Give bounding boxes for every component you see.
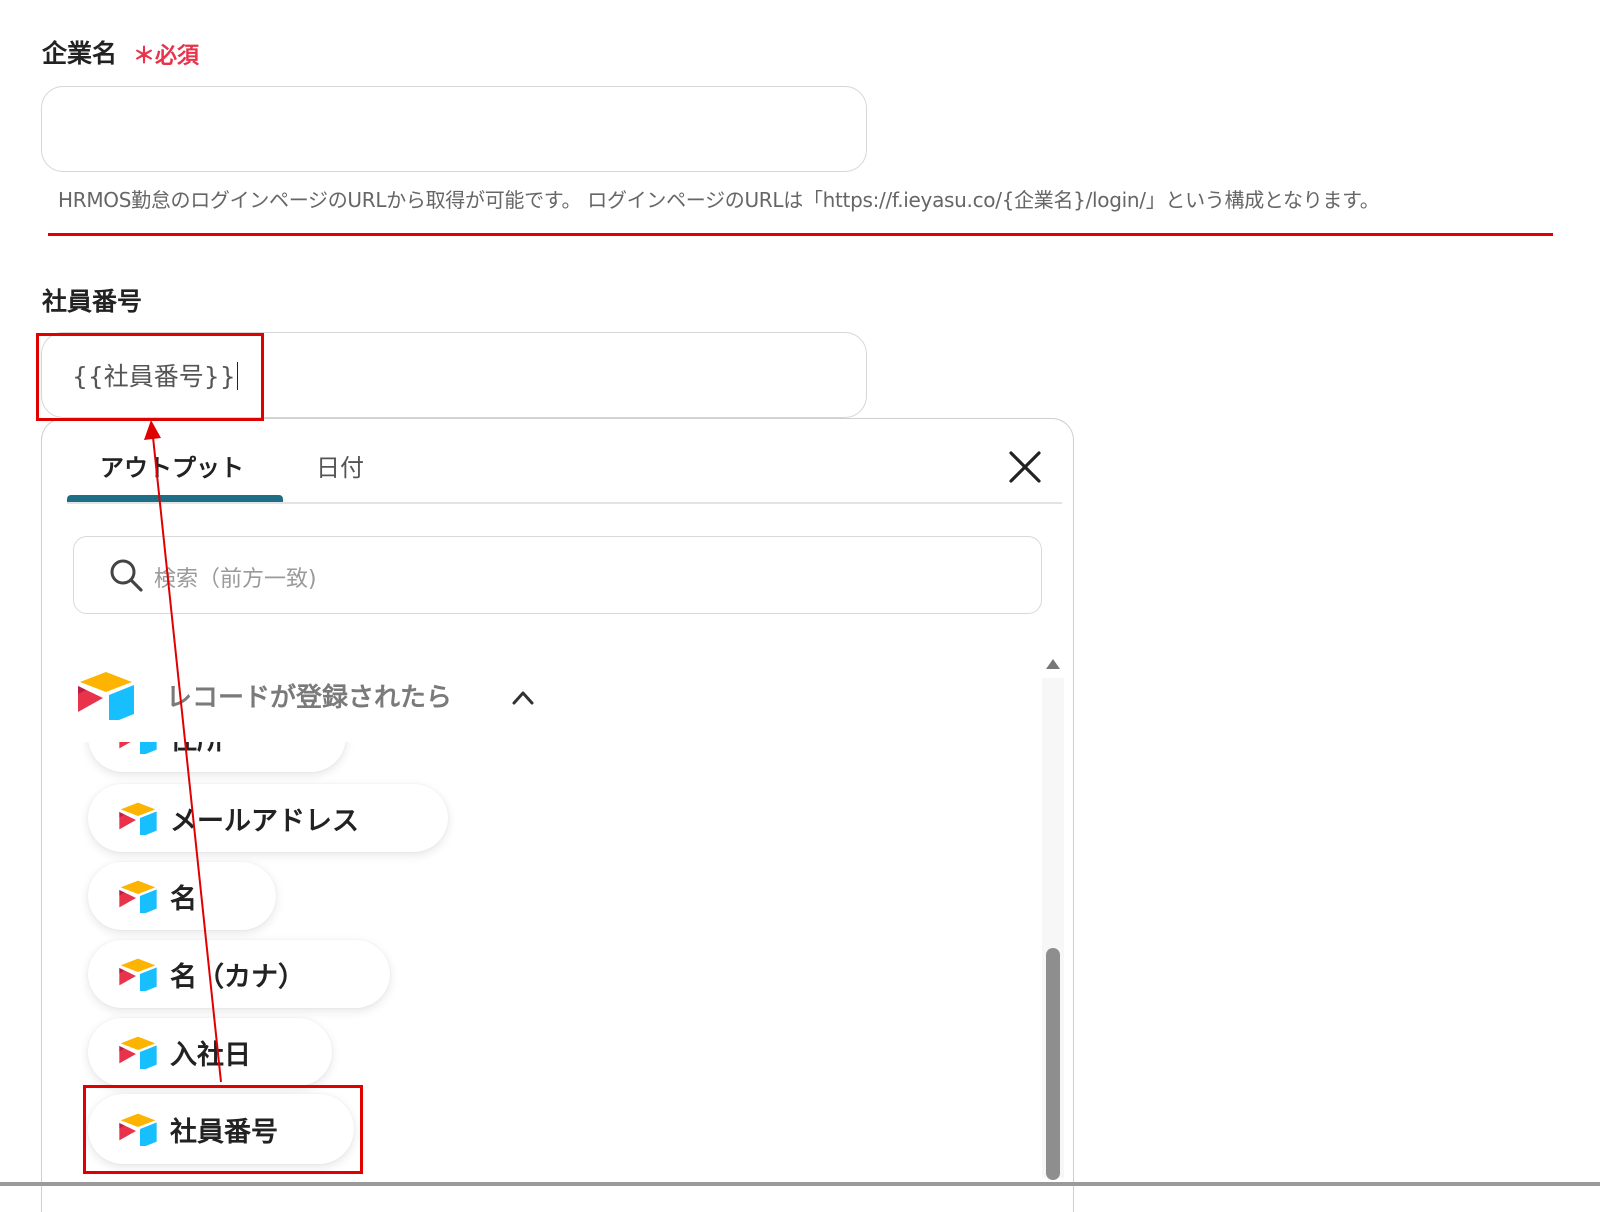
annotation-arrow xyxy=(144,420,222,1083)
